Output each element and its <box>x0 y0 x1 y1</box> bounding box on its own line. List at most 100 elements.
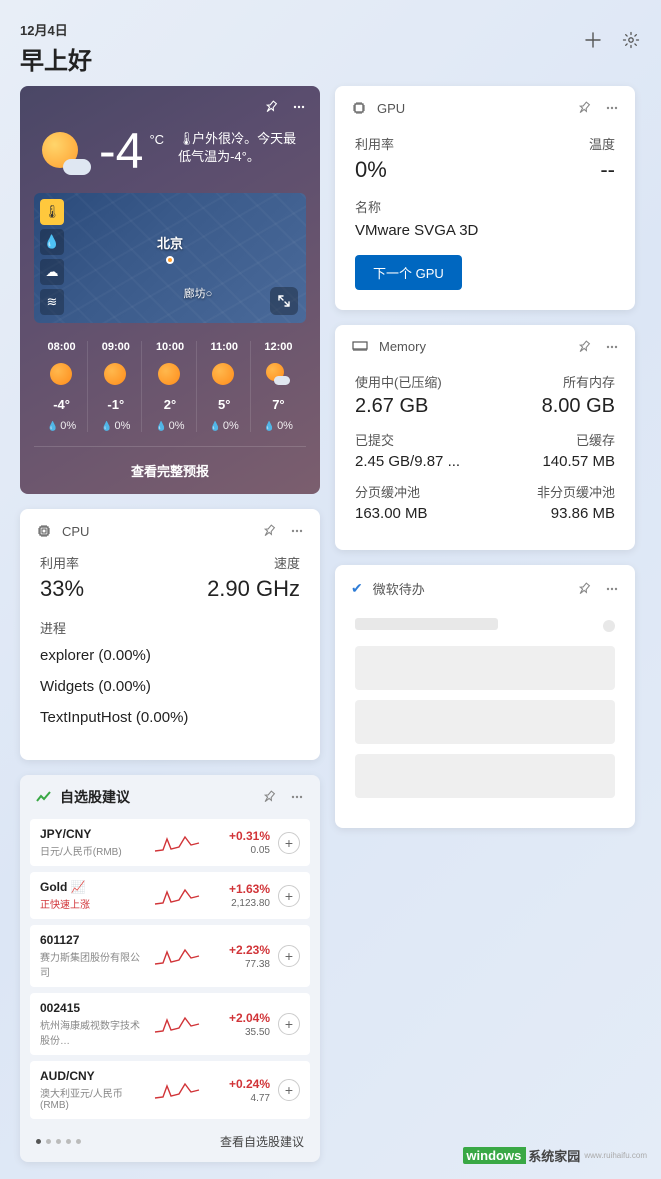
stock-symbol: JPY/CNY <box>40 827 145 841</box>
cpu-speed-label: 速度 <box>274 553 300 572</box>
stock-symbol: AUD/CNY <box>40 1069 145 1083</box>
expand-map-button[interactable] <box>270 287 298 315</box>
todo-widget: ✔ 微软待办 <box>335 565 635 828</box>
pin-icon[interactable] <box>577 340 591 354</box>
forecast-time: 08:00 <box>38 341 85 353</box>
stock-price: 0.05 <box>209 845 270 856</box>
forecast-item[interactable]: 10:002°💧0% <box>144 341 196 432</box>
gpu-widget: GPU 利用率 温度 0% -- 名称 VMware SVGA 3D 下一 <box>335 86 635 310</box>
next-gpu-button[interactable]: 下一个 GPU <box>355 255 462 290</box>
sparkline-icon <box>153 884 201 908</box>
pin-icon[interactable] <box>262 524 276 538</box>
map-tool-cloud[interactable]: ☁ <box>40 259 64 285</box>
todo-title: 微软待办 <box>373 579 425 598</box>
sparkline-icon <box>153 1012 201 1036</box>
process-item: explorer (0.00%) <box>40 647 300 664</box>
memory-chip-icon <box>351 340 369 354</box>
sun-icon <box>212 363 236 387</box>
process-label: 进程 <box>40 618 300 637</box>
stock-change: +0.24% <box>209 1077 270 1091</box>
pin-icon[interactable] <box>264 100 278 114</box>
more-icon[interactable] <box>290 790 304 804</box>
stocks-title: 自选股建议 <box>60 787 130 807</box>
stocks-logo-icon <box>36 791 52 803</box>
sparkline-icon <box>153 944 201 968</box>
stock-row[interactable]: 002415杭州海康威视数字技术股份…+2.04%35.50+ <box>30 993 310 1055</box>
forecast-time: 09:00 <box>92 341 139 353</box>
pin-icon[interactable] <box>577 582 591 596</box>
weather-map[interactable]: 🌡 💧 ☁ ≋ 北京 廊坊○ <box>34 193 306 323</box>
add-stock-button[interactable]: + <box>278 832 300 854</box>
map-tool-wind[interactable]: ≋ <box>40 289 64 315</box>
weather-description: 🌡户外很冷。今天最低气温为-4°。 <box>178 130 302 166</box>
map-tool-temperature[interactable]: 🌡 <box>40 199 64 225</box>
city-main-label: 北京 <box>157 233 183 264</box>
more-icon[interactable] <box>605 340 619 354</box>
view-stock-suggestions-link[interactable]: 查看自选股建议 <box>220 1133 304 1150</box>
thermometer-icon: 🌡 <box>178 130 188 144</box>
stock-change: +1.63% <box>209 882 270 896</box>
forecast-item[interactable]: 09:00 -1° 💧0% <box>90 341 142 432</box>
stock-symbol: 601127 <box>40 933 145 947</box>
pin-icon[interactable] <box>577 101 591 115</box>
partly-cloudy-icon <box>266 363 290 387</box>
stock-row[interactable]: AUD/CNY 澳大利亚元/人民币(RMB) +0.24% 4.77 + <box>30 1061 310 1119</box>
gpu-title: GPU <box>377 101 405 116</box>
more-icon[interactable] <box>605 582 619 596</box>
add-stock-button[interactable]: + <box>278 885 300 907</box>
mem-commit-label: 已提交 <box>355 430 394 449</box>
sun-icon <box>158 363 182 387</box>
more-icon[interactable] <box>290 524 304 538</box>
map-tool-precipitation[interactable]: 💧 <box>40 229 64 255</box>
current-temperature: -4 <box>99 126 143 176</box>
skeleton-placeholder <box>603 620 615 632</box>
cpu-util-label: 利用率 <box>40 553 79 572</box>
cpu-util-value: 33% <box>40 576 84 602</box>
memory-widget: Memory 使用中(已压缩)所有内存 2.67 GB8.00 GB 已提交已缓… <box>335 325 635 550</box>
stock-row[interactable]: Gold 📈正快速上涨+1.63%2,123.80+ <box>30 872 310 919</box>
gpu-temp-label: 温度 <box>589 134 615 153</box>
more-icon[interactable] <box>605 101 619 115</box>
gpu-util-label: 利用率 <box>355 134 394 153</box>
date-label: 12月4日 <box>20 20 92 39</box>
sun-icon <box>104 363 128 387</box>
forecast-time: 10:00 <box>146 341 193 353</box>
forecast-temp: 7° <box>255 397 302 412</box>
add-stock-button[interactable]: + <box>278 1079 300 1101</box>
gpu-util-value: 0% <box>355 157 387 183</box>
gpu-name-value: VMware SVGA 3D <box>355 222 615 239</box>
mem-cached-value: 140.57 MB <box>542 453 615 470</box>
mem-total-label: 所有内存 <box>563 372 615 391</box>
forecast-item[interactable]: 11:005°💧0% <box>199 341 251 432</box>
forecast-item[interactable]: 08:00-4°💧0% <box>36 341 88 432</box>
stock-row[interactable]: 601127赛力斯集团股份有限公司+2.23%77.38+ <box>30 925 310 987</box>
pagination-dots[interactable] <box>36 1139 81 1144</box>
gpu-chip-icon <box>351 100 367 116</box>
mem-paged-label: 分页缓冲池 <box>355 482 420 501</box>
stock-change: +0.31% <box>209 829 270 843</box>
stock-name: 澳大利亚元/人民币(RMB) <box>40 1085 145 1111</box>
add-stock-button[interactable]: + <box>278 945 300 967</box>
forecast-precip: 💧0% <box>92 420 139 432</box>
cpu-widget: CPU 利用率 速度 33% 2.90 GHz 进程 explorer (0.0… <box>20 509 320 760</box>
stock-row[interactable]: JPY/CNY日元/人民币(RMB)+0.31%0.05+ <box>30 819 310 866</box>
forecast-temp: -1° <box>92 397 139 412</box>
view-full-forecast-link[interactable]: 查看完整预报 <box>34 446 306 494</box>
add-widget-button[interactable] <box>583 30 603 50</box>
stock-name: 正快速上涨 <box>40 896 145 911</box>
process-item: TextInputHost (0.00%) <box>40 709 300 726</box>
forecast-precip: 💧0% <box>38 420 85 432</box>
stock-symbol: 002415 <box>40 1001 145 1015</box>
more-icon[interactable] <box>292 100 306 114</box>
settings-button[interactable] <box>621 30 641 50</box>
stock-price: 4.77 <box>209 1093 270 1104</box>
pin-icon[interactable] <box>262 790 276 804</box>
weather-widget: -4 °C 🌡户外很冷。今天最低气温为-4°。 🌡 💧 ☁ ≋ 北京 廊坊○ 0… <box>20 86 320 494</box>
stock-change: +2.04% <box>209 1011 270 1025</box>
forecast-item[interactable]: 12:007°💧0% <box>253 341 304 432</box>
add-stock-button[interactable]: + <box>278 1013 300 1035</box>
cpu-speed-value: 2.90 GHz <box>207 576 300 602</box>
skeleton-placeholder <box>355 754 615 798</box>
gpu-name-label: 名称 <box>355 197 615 216</box>
sparkline-icon <box>153 831 201 855</box>
